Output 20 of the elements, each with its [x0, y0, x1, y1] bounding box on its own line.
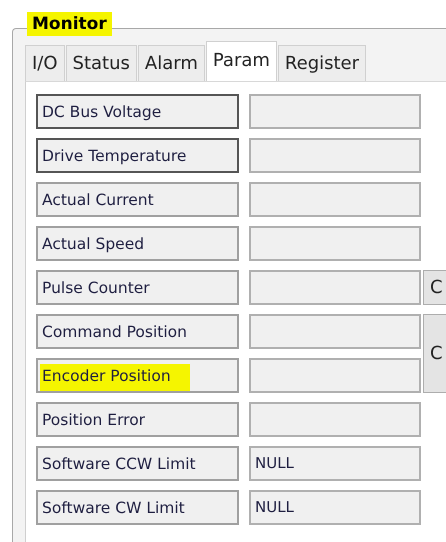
- side-button[interactable]: C: [423, 270, 446, 305]
- parameter-label: DC Bus Voltage: [42, 102, 162, 122]
- parameter-label: Actual Current: [42, 190, 154, 210]
- parameter-label: Actual Speed: [42, 234, 144, 254]
- group-title: Monitor: [31, 13, 108, 36]
- parameter-label: Pulse Counter: [42, 278, 150, 298]
- tab[interactable]: Status: [66, 45, 137, 81]
- tab[interactable]: Register: [278, 45, 366, 81]
- value-field: NULL: [249, 490, 421, 525]
- tab[interactable]: Alarm: [138, 45, 205, 81]
- parameter-label: Drive Temperature: [42, 146, 186, 166]
- parameter-label: Position Error: [42, 410, 146, 430]
- value-field: NULL: [249, 446, 421, 481]
- parameter-label: Software CCW Limit: [42, 454, 196, 474]
- parameter-label: Encoder Position: [42, 366, 171, 386]
- parameter-label: Software CW Limit: [42, 498, 185, 518]
- tab[interactable]: Param: [206, 41, 277, 81]
- side-button[interactable]: C: [423, 314, 446, 393]
- tab[interactable]: I/O: [25, 45, 65, 81]
- parameter-label: Command Position: [42, 322, 187, 342]
